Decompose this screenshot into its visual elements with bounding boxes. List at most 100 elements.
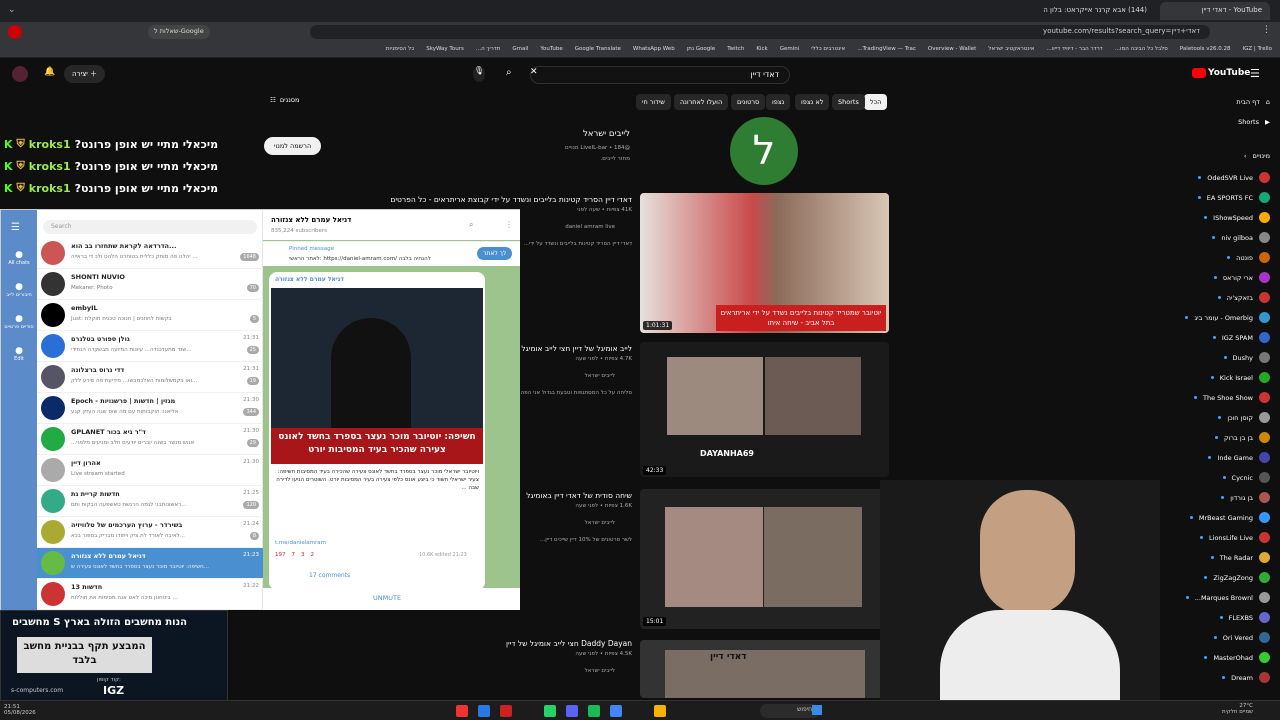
sidebar-subscription[interactable]: IGZ SPAM (1212, 332, 1270, 343)
sidebar-subscription[interactable]: EA SPORTS FC (1197, 192, 1270, 203)
sidebar-item-shorts[interactable]: ▶ Shorts (1238, 118, 1270, 126)
video-channel[interactable]: לייבים ישראל (480, 668, 615, 674)
sidebar-subscription[interactable]: Marques Brownl... (1185, 592, 1270, 603)
subscribe-button[interactable]: הרשמה למנוי (264, 137, 322, 155)
sidebar-subscription[interactable]: MasterOhad (1204, 652, 1270, 663)
chat-row[interactable]: הדרדאה לקראת שתחזרו בב הוא... יהלנו פה מו… (37, 238, 263, 269)
spotify-icon[interactable] (588, 705, 600, 717)
sidebar-subscription[interactable]: בזאקצ'יה (1217, 292, 1270, 303)
search-input[interactable]: דאדי דיין (530, 66, 790, 84)
url-field[interactable]: youtube.com/results?search_query=דאדי+די… (310, 25, 1210, 39)
sidebar-subscription[interactable]: MrBeast Gaming (1189, 512, 1270, 523)
reaction-count[interactable]: 2 (311, 552, 315, 558)
sidebar-subscription[interactable]: niv gilboa (1212, 232, 1270, 243)
bookmark-item[interactable]: Google נתן (687, 46, 715, 53)
chat-row[interactable]: GPLANET ד"ר גיא בכור ...אנוש מנשר בשנה יו… (37, 424, 263, 455)
chat-row[interactable]: אהרון דיין Live stream started 21:30 (37, 455, 263, 486)
chat-row[interactable]: SHONTI NUVIO Mekarer: Photo 70 (37, 269, 263, 300)
channel-name[interactable]: דניאל עמרם ללא צנזורה (271, 216, 351, 224)
windows-start-icon[interactable] (812, 705, 822, 715)
folder-tab[interactable]: ● סודיים פרטיים (3, 314, 35, 330)
create-button[interactable]: יצירה ＋ (64, 65, 106, 83)
pinned-bar[interactable]: Pinned message לאתר הראשי: https://danie… (263, 241, 520, 266)
filter-chip[interactable]: שידור חי (636, 94, 671, 110)
filter-chip[interactable]: סרטונים (731, 94, 766, 110)
more-icon[interactable]: ⋮ (505, 220, 513, 229)
filter-chip[interactable]: הועלו לאחרונה (674, 94, 729, 110)
folder-tab[interactable]: ● חיבורים לייב (3, 282, 35, 298)
post-link[interactable]: t.me/danielamram (275, 540, 326, 546)
tab-search-icon[interactable]: ⌄ (8, 5, 16, 15)
sidebar-subscription[interactable]: Kick Israel (1210, 372, 1270, 383)
sidebar-subscription[interactable]: OdedSVR Live (1198, 172, 1270, 183)
sidebar-subscription[interactable]: ארי קוראס (1213, 272, 1270, 283)
bookmark-item[interactable]: YouTube (540, 46, 562, 53)
bookmark-item[interactable]: Twitch (727, 46, 744, 53)
bookmark-item[interactable]: TradingView — Trac... (857, 46, 916, 53)
comments-link[interactable]: 17 comments (309, 572, 350, 579)
mic-icon[interactable]: 🎙 (473, 66, 485, 82)
tab-second[interactable]: (144) אבא קרנר אייקראט: בלון ה (1030, 2, 1155, 20)
profile-icon[interactable] (8, 25, 22, 39)
filter-chip[interactable]: Shorts (832, 94, 865, 110)
video-thumbnail[interactable]: DAYANHA69 42:33 (640, 342, 889, 477)
menu-icon[interactable]: ☰ (11, 222, 20, 233)
video-title[interactable]: דאדי דיין הסריד קטינות בלייבים ונשדד על … (280, 195, 632, 204)
chat-row[interactable]: גולן ספורט בטלגרם שנד מתעדכנדה... עיונות … (37, 331, 263, 362)
sidebar-subscription[interactable]: פונטה (1227, 252, 1270, 263)
bell-icon[interactable]: 🔔 (44, 67, 55, 77)
bookmark-item[interactable]: תדריך ה... (476, 46, 501, 53)
channel-name[interactable]: לייבים ישראל (480, 129, 630, 139)
reaction-count[interactable]: 7 (292, 552, 296, 558)
app-icon[interactable] (500, 705, 512, 717)
chat-row[interactable]: Epoch - מגזין | חדשות | פרשנויות אליאנו: … (37, 393, 263, 424)
bookmark-item[interactable]: אינטראקטיב ישראל (988, 46, 1034, 53)
chat-row[interactable]: דניאל עמרם ללא צנזורה חשיפה: יוטיובר מוכר… (37, 548, 263, 579)
video-thumbnail[interactable]: דאדי דיין (640, 640, 889, 698)
folder-icon[interactable] (654, 705, 666, 717)
hamburger-icon[interactable]: ☰ (1250, 67, 1260, 80)
chat-row[interactable]: embyIL Just: בקשות לחוזנים | חנוכה טכנית … (37, 300, 263, 331)
app-icon[interactable] (456, 705, 468, 717)
ad-banner[interactable]: הנות מחשבים הזולה בארץ S מחשבים המבצע תק… (0, 610, 228, 702)
bookmark-item[interactable]: כל הסימניות (386, 46, 414, 53)
video-thumbnail[interactable]: 15:01 (640, 489, 889, 629)
sidebar-subscription[interactable]: FLEXBS (1219, 612, 1270, 623)
sidebar-subscription[interactable]: קוסן חוכן (1218, 412, 1270, 423)
avatar[interactable] (12, 66, 28, 82)
bookmark-item[interactable]: Gmail (512, 46, 528, 53)
folder-tab[interactable]: ● Edit (3, 346, 35, 362)
sidebar-subscription[interactable]: IShowSpeed (1204, 212, 1270, 223)
bookmark-item[interactable]: IGZ | Trello (1243, 46, 1273, 53)
subscriptions-header[interactable]: מינויים › (1244, 152, 1270, 160)
filter-chip[interactable]: נצפו (766, 94, 791, 110)
sidebar-subscription[interactable]: Omerbig - עומר ביג (1185, 312, 1270, 323)
unmute-button[interactable]: UNMUTE (373, 594, 401, 602)
sidebar-subscription[interactable]: ZigZagZong (1204, 572, 1270, 583)
chat-row[interactable]: חדשות קריית גת ראשונותבני לגמה הרגשת טאשפ… (37, 486, 263, 517)
channel-avatar[interactable]: ל (730, 117, 798, 185)
sidebar-subscription[interactable]: The Radar (1210, 552, 1270, 563)
bookmark-item[interactable]: Google Translate (575, 46, 621, 53)
filter-chip[interactable]: לא נצפו (795, 94, 830, 110)
sidebar-subscription[interactable]: Cycnic (1222, 472, 1270, 483)
youtube-logo[interactable]: YouTube (1192, 68, 1250, 78)
chat-row[interactable]: בשירדר - ערוץ הערכמים של טלוויזיה לאיבה ל… (37, 517, 263, 548)
join-button[interactable]: לך לאתר (477, 247, 513, 260)
bookmark-item[interactable]: סלבל כל הביבה המו... (1115, 46, 1168, 53)
sidebar-subscription[interactable]: Inde Game (1208, 452, 1270, 463)
sidebar-subscription[interactable]: The Shoe Show (1194, 392, 1270, 403)
bookmark-item[interactable]: אינטרבים כללי (811, 46, 845, 53)
sidebar-subscription[interactable]: Ori Vered (1213, 632, 1270, 643)
bookmark-item[interactable]: Paletools v26.0.28 (1180, 46, 1231, 53)
google-label[interactable]: שאלות ל-Google (148, 25, 210, 39)
sidebar-item-home[interactable]: ⌂ דף הבית (1236, 98, 1270, 106)
sidebar-subscription[interactable]: Dushy (1223, 352, 1270, 363)
bookmark-item[interactable]: דרדר הבר - דיוויד דייוו... (1046, 46, 1102, 53)
reaction-count[interactable]: 197 (275, 552, 286, 558)
video-title[interactable]: Daddy Dayan חצי לייב אומיגל של דיין (480, 639, 632, 648)
chat-row[interactable]: חדשות 13 ביטחונן מיכה לאט אנה מסימות את ח… (37, 579, 263, 610)
clear-icon[interactable]: ✕ (530, 67, 538, 77)
whatsapp-icon[interactable] (544, 705, 556, 717)
bookmark-item[interactable]: SkyWay Tours (426, 46, 464, 53)
